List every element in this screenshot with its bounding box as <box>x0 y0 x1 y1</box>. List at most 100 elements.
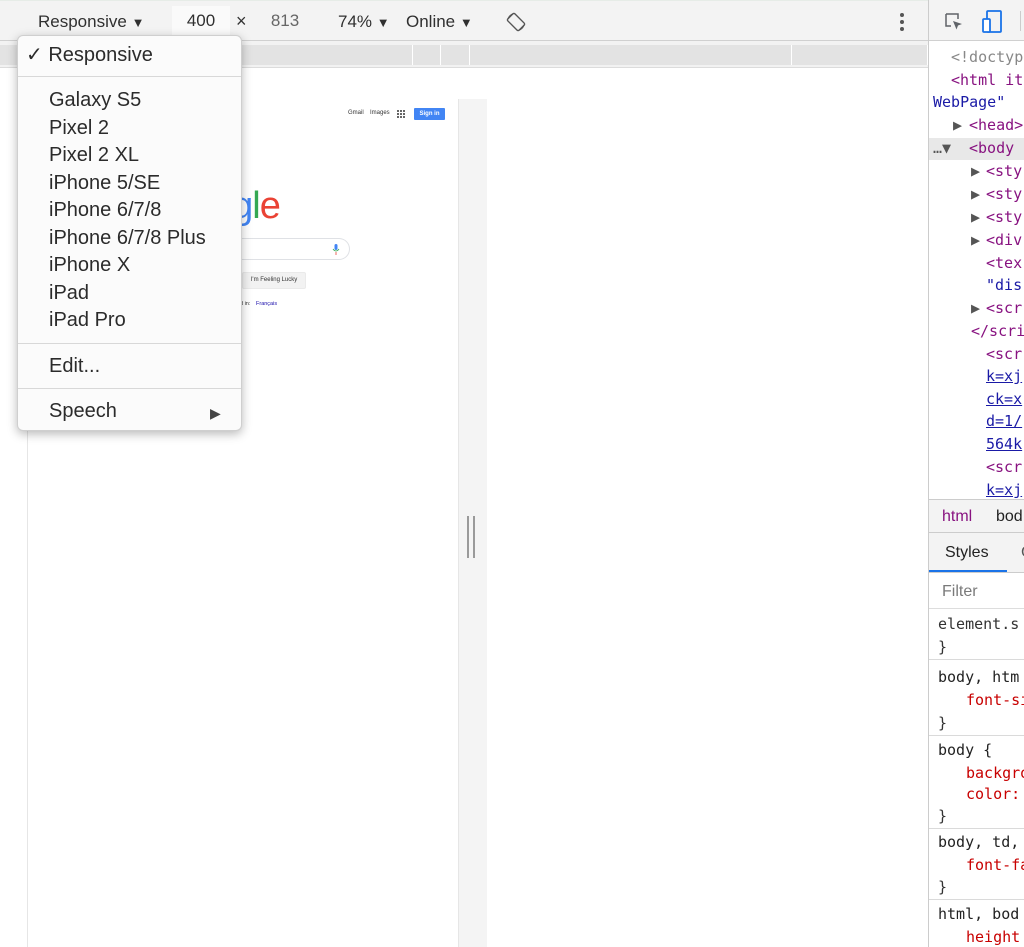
ellipsis-icon[interactable]: …▼ <box>933 138 951 158</box>
devtools-toolbar <box>929 0 1024 41</box>
menu-item-label: Speech <box>49 400 117 422</box>
resize-handle[interactable] <box>467 516 475 558</box>
styles-tabs: Styles C <box>929 533 1024 573</box>
ruler-segment[interactable] <box>792 45 928 65</box>
menu-item-device[interactable]: Pixel 2 XL <box>49 143 139 167</box>
menu-item-device[interactable]: Galaxy S5 <box>49 88 141 112</box>
breadcrumb-body[interactable]: bod <box>996 508 1023 526</box>
style-property[interactable]: backgro <box>966 763 1024 783</box>
menu-item-edit[interactable]: Edit... <box>49 354 100 378</box>
styles-filter-input[interactable]: Filter <box>929 573 1024 609</box>
zoom-select[interactable]: 74% ▼ <box>338 12 390 32</box>
rotate-icon[interactable] <box>505 11 527 33</box>
script-src-link[interactable]: 564k <box>986 434 1022 454</box>
dom-node[interactable]: </scri <box>971 321 1024 341</box>
style-selector[interactable]: body { <box>938 740 992 760</box>
submenu-arrow-icon: ▶ <box>210 405 221 421</box>
dom-node[interactable]: <sty <box>986 207 1022 227</box>
script-src-link[interactable]: k=xj <box>986 366 1022 386</box>
filter-placeholder: Filter <box>942 583 978 600</box>
sign-in-button[interactable]: Sign in <box>414 108 445 120</box>
images-link[interactable]: Images <box>370 110 390 116</box>
toolbar-divider <box>1020 11 1021 31</box>
rule-divider <box>929 735 1024 736</box>
menu-divider <box>18 76 241 77</box>
breadcrumb-html[interactable]: html <box>942 508 972 526</box>
script-src-link[interactable]: d=1/ <box>986 411 1022 431</box>
style-selector[interactable]: body, td, <box>938 832 1019 852</box>
dom-node[interactable]: <sty <box>986 184 1022 204</box>
inspect-element-icon[interactable] <box>944 12 964 32</box>
style-selector[interactable]: element.s <box>938 614 1019 634</box>
breadcrumb: html bod <box>929 499 1024 533</box>
menu-item-responsive[interactable]: ✓ Responsive <box>26 43 153 67</box>
dropdown-arrow-icon: ▼ <box>131 15 145 30</box>
more-vertical-icon[interactable] <box>898 12 906 32</box>
expand-triangle-icon[interactable]: ▶ <box>971 298 980 318</box>
style-brace: } <box>938 878 948 896</box>
menu-divider <box>18 343 241 344</box>
script-src-link[interactable]: ck=x <box>986 389 1022 409</box>
device-select-label: Responsive <box>38 12 127 31</box>
dom-node[interactable]: <div <box>986 230 1022 250</box>
expand-triangle-icon[interactable]: ▶ <box>971 230 980 250</box>
ruler-segment[interactable] <box>413 45 441 65</box>
menu-item-label: Responsive <box>48 44 153 66</box>
rule-divider <box>929 828 1024 829</box>
language-link[interactable]: Français <box>256 301 277 307</box>
style-brace: } <box>938 714 948 732</box>
dimensions-separator: × <box>236 11 247 31</box>
throttle-label: Online <box>406 12 456 31</box>
logo-letter: l <box>252 185 261 227</box>
menu-item-speech[interactable]: Speech ▶ <box>49 399 229 423</box>
device-toolbar-icon[interactable] <box>982 10 1004 34</box>
microphone-icon[interactable] <box>332 244 340 255</box>
dom-node[interactable]: "dis <box>986 275 1022 295</box>
dom-node[interactable]: <head> <box>969 115 1023 135</box>
dom-node[interactable]: <body <box>969 138 1014 158</box>
rule-divider <box>929 659 1024 660</box>
menu-item-device[interactable]: iPhone 6/7/8 Plus <box>49 226 206 250</box>
height-input[interactable]: 813 <box>256 6 314 36</box>
width-input[interactable]: 400 <box>172 6 230 36</box>
dom-node[interactable]: WebPage" <box>933 92 1005 112</box>
style-selector[interactable]: body, htm <box>938 667 1019 687</box>
menu-item-device[interactable]: Pixel 2 <box>49 116 109 140</box>
device-select[interactable]: Responsive ▼ <box>38 12 144 32</box>
menu-item-device[interactable]: iPhone 5/SE <box>49 171 160 195</box>
dropdown-arrow-icon: ▼ <box>459 15 473 30</box>
menu-divider <box>18 388 241 389</box>
tab-styles[interactable]: Styles <box>945 544 989 562</box>
gmail-link[interactable]: Gmail <box>348 110 364 116</box>
dom-node[interactable]: <!doctyp <box>951 47 1023 67</box>
apps-grid-icon[interactable] <box>397 110 405 118</box>
zoom-label: 74% <box>338 12 373 31</box>
dom-node[interactable]: <scr <box>986 344 1022 364</box>
style-property[interactable]: font-fa <box>966 855 1024 875</box>
style-property[interactable]: height <box>966 927 1020 947</box>
ruler-segment[interactable] <box>441 45 470 65</box>
logo-letter: e <box>259 185 281 227</box>
menu-item-device[interactable]: iPad <box>49 281 89 305</box>
script-src-link[interactable]: k=xj <box>986 480 1022 500</box>
device-menu: ✓ Responsive Galaxy S5 Pixel 2 Pixel 2 X… <box>17 35 242 431</box>
style-property[interactable]: font-si <box>966 690 1024 710</box>
dom-node[interactable]: <tex <box>986 253 1022 273</box>
expand-triangle-icon[interactable]: ▶ <box>953 115 962 135</box>
style-selector[interactable]: html, bod <box>938 904 1019 924</box>
expand-triangle-icon[interactable]: ▶ <box>971 184 980 204</box>
dom-node[interactable]: <scr <box>986 298 1022 318</box>
expand-triangle-icon[interactable]: ▶ <box>971 161 980 181</box>
dom-node[interactable]: <html it <box>951 70 1023 90</box>
menu-item-device[interactable]: iPad Pro <box>49 308 126 332</box>
throttle-select[interactable]: Online ▼ <box>406 12 473 32</box>
feeling-lucky-button[interactable]: I'm Feeling Lucky <box>242 272 306 289</box>
menu-item-device[interactable]: iPhone 6/7/8 <box>49 198 161 222</box>
menu-item-device[interactable]: iPhone X <box>49 253 130 277</box>
style-property[interactable]: color: <box>966 784 1020 804</box>
dom-node[interactable]: <scr <box>986 457 1022 477</box>
rule-divider <box>929 899 1024 900</box>
ruler-segment[interactable] <box>470 45 792 65</box>
expand-triangle-icon[interactable]: ▶ <box>971 207 980 227</box>
dom-node[interactable]: <sty <box>986 161 1022 181</box>
